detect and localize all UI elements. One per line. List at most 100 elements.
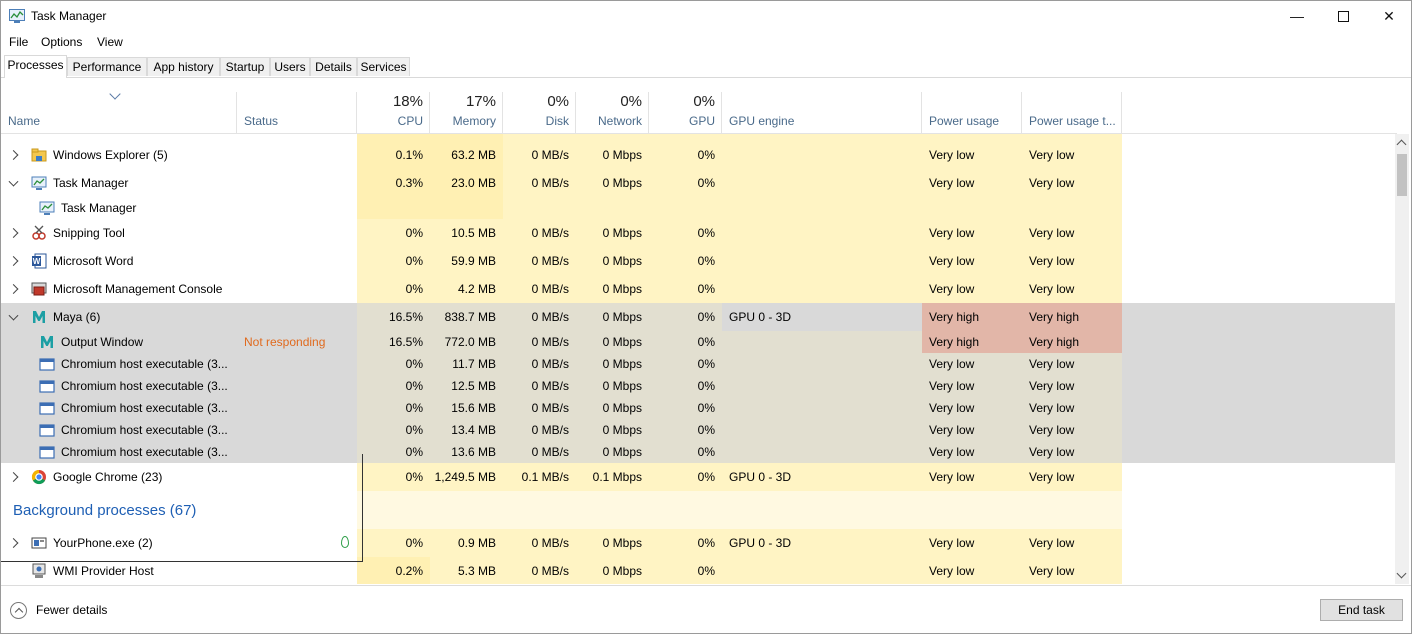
trend-cell: Very low <box>1022 419 1122 441</box>
chevron-right-icon[interactable] <box>8 228 19 238</box>
process-name: Chromium host executable (3... <box>61 357 228 371</box>
task-manager-app-icon <box>9 9 25 23</box>
tab-app-history[interactable]: App history <box>147 57 220 76</box>
process-list: Windows Explorer (5) 0.1% 63.2 MB 0 MB/s 0 M… <box>1 134 1397 584</box>
fewer-details-link[interactable]: Fewer details <box>36 603 107 617</box>
table-row[interactable]: Microsoft Management Console 0% 4.2 MB 0 MB… <box>1 275 1397 303</box>
tab-startup[interactable]: Startup <box>220 57 270 76</box>
task-manager-icon <box>39 201 55 215</box>
engine-cell <box>722 557 922 584</box>
chevron-right-icon[interactable] <box>8 150 19 160</box>
cpu-cell <box>357 197 430 219</box>
chevron-up-circle-icon[interactable] <box>10 602 27 619</box>
mem-cell <box>430 197 503 219</box>
menu-options[interactable]: Options <box>41 35 82 49</box>
col-power-usage[interactable]: Power usage <box>921 92 1022 133</box>
gpu-cell: 0% <box>649 169 722 197</box>
tab-processes[interactable]: Processes <box>4 55 67 78</box>
cpu-cell: 0% <box>357 353 430 375</box>
gpu-cell: 0% <box>649 441 722 463</box>
process-name: Windows Explorer (5) <box>53 148 168 162</box>
net-cell: 0 Mbps <box>576 141 649 169</box>
cpu-cell: 0% <box>357 529 430 557</box>
engine-cell <box>722 275 922 303</box>
net-cell: 0 Mbps <box>576 557 649 584</box>
partial-engine-cell <box>722 134 922 141</box>
power-cell: Very low <box>922 529 1022 557</box>
col-name-label: Name <box>8 114 41 128</box>
col-network[interactable]: 0% Network <box>575 92 649 133</box>
tab-users[interactable]: Users <box>270 57 310 76</box>
status-cell <box>237 375 357 397</box>
col-status[interactable]: Status <box>236 92 357 133</box>
table-row[interactable]: Windows Explorer (5) 0.1% 63.2 MB 0 MB/s 0 M… <box>1 141 1397 169</box>
table-row[interactable]: W Microsoft Word 0% 59.9 MB 0 MB/s 0 Mbps 0% Ve… <box>1 247 1397 275</box>
menu-view[interactable]: View <box>97 35 123 49</box>
vertical-scrollbar[interactable] <box>1395 134 1409 584</box>
maya-icon <box>33 311 45 323</box>
close-icon: ✕ <box>1383 7 1395 24</box>
chevron-down-icon[interactable] <box>8 176 19 187</box>
trend-cell: Very low <box>1022 275 1122 303</box>
disk-cell: 0 MB/s <box>503 247 576 275</box>
power-cell: Very low <box>922 441 1022 463</box>
tab-details[interactable]: Details <box>310 57 357 76</box>
scroll-thumb[interactable] <box>1397 154 1407 196</box>
table-row-child[interactable]: Chromium host executable (3... 0% 15.6 MB 0… <box>1 397 1397 419</box>
table-row[interactable]: Snipping Tool 0% 10.5 MB 0 MB/s 0 Mbps 0% Very… <box>1 219 1397 247</box>
process-name: Chromium host executable (3... <box>61 379 228 393</box>
table-row-child-name-cell: Chromium host executable (3... <box>1 353 237 375</box>
col-gpu[interactable]: 0% GPU <box>648 92 722 133</box>
memory-total: 17% <box>465 93 496 110</box>
col-disk[interactable]: 0% Disk <box>502 92 576 133</box>
col-gpu-engine[interactable]: GPU engine <box>721 92 922 133</box>
table-row-child[interactable]: Task Manager <box>1 197 1397 219</box>
cpu-cell: 0.2% <box>357 557 430 584</box>
table-row-name-cell: Microsoft Management Console <box>1 275 237 303</box>
minimize-button[interactable]: — <box>1274 1 1320 31</box>
scroll-up-arrow-icon[interactable] <box>1396 139 1407 150</box>
power-cell: Very low <box>922 557 1022 584</box>
mem-cell: 5.3 MB <box>430 557 503 584</box>
col-gpu-label: GPU <box>688 114 715 128</box>
net-cell: 0 Mbps <box>576 247 649 275</box>
table-row-child[interactable]: Chromium host executable (3... 0% 11.7 MB 0… <box>1 353 1397 375</box>
engine-cell <box>722 169 922 197</box>
table-row-child[interactable]: Chromium host executable (3... 0% 13.4 MB 0… <box>1 419 1397 441</box>
col-network-label: Network <box>597 114 642 128</box>
close-button[interactable]: ✕ <box>1366 1 1411 31</box>
chevron-right-icon[interactable] <box>8 284 19 294</box>
col-memory[interactable]: 17% Memory <box>429 92 503 133</box>
table-row-selected[interactable]: Maya (6) 16.5% 838.7 MB 0 MB/s 0 Mbps 0% GPU 0… <box>1 303 1397 331</box>
tab-services[interactable]: Services <box>357 57 410 76</box>
gpu-cell: 0% <box>649 375 722 397</box>
col-cpu-label: CPU <box>397 114 423 128</box>
scroll-down-arrow-icon[interactable] <box>1396 568 1407 579</box>
gpu-total: 0% <box>693 93 715 110</box>
col-cpu[interactable]: 18% CPU <box>356 92 430 133</box>
table-row-child[interactable]: Output Window Not responding 16.5% 772.0 MB… <box>1 331 1397 353</box>
status-cell <box>237 141 357 169</box>
col-name[interactable]: Name <box>1 92 237 133</box>
chevron-down-icon[interactable] <box>8 310 19 321</box>
process-name: Task Manager <box>53 176 129 190</box>
maximize-button[interactable] <box>1320 1 1366 31</box>
disk-cell: 0 MB/s <box>503 303 576 331</box>
table-row-child[interactable]: Chromium host executable (3... 0% 12.5 MB 0… <box>1 375 1397 397</box>
end-task-button[interactable]: End task <box>1320 599 1403 621</box>
mem-cell: 63.2 MB <box>430 141 503 169</box>
process-name: Microsoft Word <box>53 254 134 268</box>
tab-performance[interactable]: Performance <box>67 57 147 76</box>
disk-cell: 0 MB/s <box>503 275 576 303</box>
menu-file[interactable]: File <box>9 35 28 49</box>
col-power-usage-trend[interactable]: Power usage t... <box>1021 92 1122 133</box>
table-row[interactable]: Task Manager 0.3% 23.0 MB 0 MB/s 0 Mbps 0% Ver… <box>1 169 1397 197</box>
process-name: Snipping Tool <box>53 226 125 240</box>
net-cell: 0 Mbps <box>576 397 649 419</box>
partial-row <box>1 134 1397 141</box>
chevron-right-icon[interactable] <box>8 256 19 266</box>
child-name-cell: Task Manager <box>1 197 237 219</box>
net-cell: 0 Mbps <box>576 275 649 303</box>
partial-mem-cell <box>430 134 503 141</box>
status-cell <box>237 219 357 247</box>
